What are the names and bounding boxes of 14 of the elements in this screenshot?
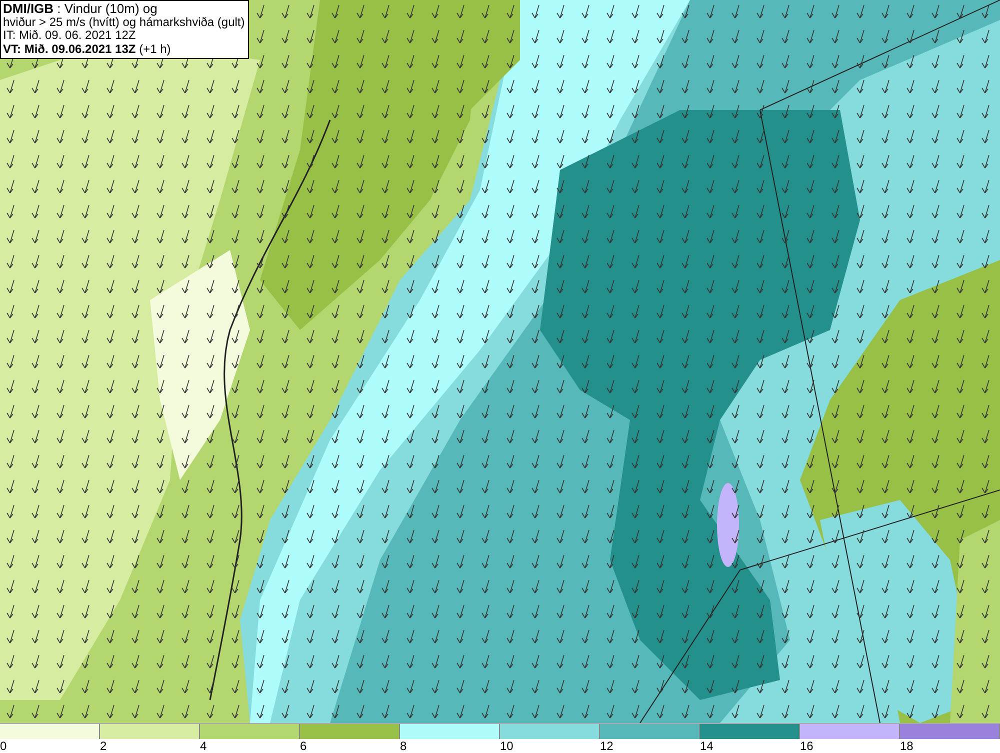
legend-label: 0 (0, 739, 7, 753)
legend-label: 8 (400, 739, 407, 753)
legend-label: 4 (200, 739, 207, 753)
legend-label: 12 (600, 739, 614, 753)
title-line: IT: Mið. 09. 06. 2021 12Z (3, 29, 137, 42)
legend-label: 6 (300, 739, 307, 753)
legend-label: 16 (800, 739, 814, 753)
legend-label: 10 (500, 739, 514, 753)
title-line: VT: Mið. 09.06.2021 13Z (+1 h) (3, 42, 172, 56)
legend-label: 18 (900, 739, 914, 753)
legend-label: 14 (700, 739, 714, 753)
title-line: hviður > 25 m/s (hvítt) og hámarkshviða (gult) (3, 16, 245, 29)
legend-label: 2 (100, 739, 107, 753)
title-line: DMI/IGB : Vindur (10m) og (3, 2, 158, 16)
